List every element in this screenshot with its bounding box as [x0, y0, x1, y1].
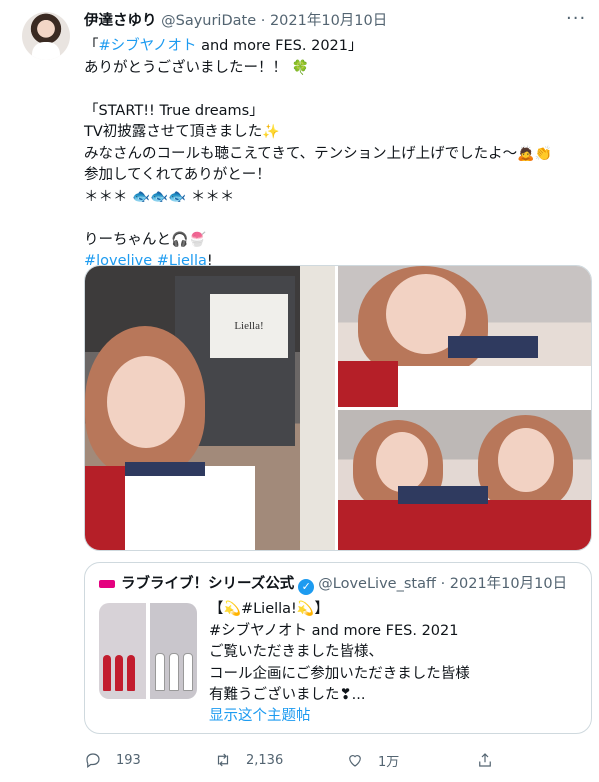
text-fragment: TV初披露させて頂きました	[84, 124, 263, 140]
quoted-author-handle[interactable]: @LoveLive_staff	[318, 576, 436, 592]
door-frame-image-detail	[300, 266, 335, 550]
photo-grid: Liella!	[84, 265, 592, 551]
text-line: 参加してくれてありがとー！	[84, 165, 579, 187]
text-fragment: and more FES. 2021」	[196, 38, 363, 54]
quoted-tweet[interactable]: ラブライブ！シリーズ公式 ✓ @LoveLive_staff · 2021年10月1…	[84, 562, 592, 734]
costume-red-image-detail	[338, 500, 591, 550]
figure-image-detail	[169, 653, 179, 691]
clapping-hands-icon: 👏	[534, 145, 552, 162]
sparkles-icon: ✨	[262, 124, 280, 140]
text-line: 「START!! True dreams」	[84, 101, 579, 123]
text-fragment: 「	[84, 38, 99, 54]
quoted-tweet-text: 【💫#Liella!💫】 #シブヤノオト and more FES. 2021 …	[209, 599, 579, 707]
headphones-icon: 🎧	[171, 231, 189, 248]
figure-image-detail	[103, 655, 111, 691]
author-handle[interactable]: @SayuriDate	[161, 13, 256, 29]
photo[interactable]	[338, 410, 591, 550]
like-count: 1万	[378, 754, 400, 770]
text-fragment: 参加してくれてありがとー！	[84, 167, 271, 183]
tweet-header: 伊達さゆり @SayuriDate · 2021年10月10日	[84, 10, 387, 32]
share-icon	[479, 753, 491, 767]
quoted-photo[interactable]	[99, 603, 197, 699]
tweet-text: 「#シブヤノオト and more FES. 2021」 ありがとうございました…	[84, 36, 579, 273]
collar-image-detail	[125, 462, 205, 476]
author-name[interactable]: 伊達さゆり	[84, 13, 157, 29]
show-thread-link[interactable]: 显示这个主题帖	[209, 704, 311, 725]
retweet-button[interactable]: 2,136	[214, 748, 283, 772]
quoted-tweet-header: ラブライブ！シリーズ公式 ✓ @LoveLive_staff · 2021年10月1…	[99, 573, 567, 595]
text-line: ご覧いただきました皆様、	[209, 644, 383, 660]
text-line: 【💫#Liella!💫】	[209, 599, 579, 621]
costume-image-detail	[398, 366, 591, 407]
face-image-detail	[107, 356, 185, 448]
text-fragment: 「START!! True dreams」	[84, 102, 264, 119]
like-button[interactable]: 1万	[346, 748, 399, 772]
figure-image-detail	[127, 655, 135, 691]
costume-red-image-detail	[338, 361, 398, 407]
text-fragment: ありがとうございましたー！！	[84, 59, 287, 76]
shaved-ice-icon: 🍧	[188, 231, 206, 248]
text-fragment: みなさんのコールも聴こえてきて、テンション上げ上げでしたよ〜	[84, 145, 518, 162]
photo[interactable]: Liella!	[85, 266, 335, 550]
avatar[interactable]	[22, 12, 70, 60]
quoted-author-name[interactable]: ラブライブ！シリーズ公式	[121, 576, 294, 592]
dizzy-icon: 💫	[296, 601, 315, 617]
separator: ·	[260, 13, 266, 29]
bowing-person-icon: 🙇	[517, 145, 535, 162]
text-line: りーちゃんと🎧🍧	[84, 230, 579, 252]
text-fragment: 】	[314, 601, 329, 617]
text-line: ＊＊＊ 🐟🐟🐟 ＊＊＊	[84, 187, 579, 209]
collar-image-detail	[398, 486, 488, 504]
hashtag-link[interactable]: #シブヤノオト	[99, 38, 197, 54]
share-button[interactable]	[476, 748, 508, 772]
text-line: #シブヤノオト and more FES. 2021	[209, 622, 459, 639]
figure-image-detail	[183, 653, 193, 691]
retweet-icon	[217, 753, 229, 767]
face-image-detail	[498, 428, 554, 492]
dizzy-icon: 💫	[223, 601, 241, 617]
figure-image-detail	[115, 655, 123, 691]
tweet-date[interactable]: 2021年10月10日	[270, 13, 387, 29]
photo[interactable]	[338, 266, 591, 407]
lovelive-logo-icon	[99, 580, 115, 588]
verified-icon: ✓	[298, 579, 315, 595]
face-image-detail	[376, 432, 428, 492]
text-fragment: ＊＊＊ 🐟🐟🐟 ＊＊＊	[84, 188, 235, 205]
text-line: 「#シブヤノオト and more FES. 2021」	[84, 36, 579, 58]
costume-red-image-detail	[85, 466, 125, 550]
reply-count: 193	[116, 752, 141, 768]
tweet-actions: 193 2,136 1万	[84, 748, 592, 772]
clover-icon: 🍀	[291, 59, 310, 76]
text-fragment: りーちゃんと	[84, 231, 171, 248]
separator: ·	[440, 576, 446, 592]
reply-icon	[86, 753, 100, 768]
collar-image-detail	[448, 336, 538, 358]
text-fragment: #Liella!	[240, 601, 297, 617]
text-fragment: 【	[209, 601, 224, 617]
reply-button[interactable]: 193	[84, 748, 141, 772]
text-line: TV初披露させて頂きました✨	[84, 122, 579, 144]
text-line: みなさんのコールも聴こえてきて、テンション上げ上げでしたよ〜🙇👏	[84, 144, 579, 166]
tweet[interactable]: 伊達さゆり @SayuriDate · 2021年10月10日 ··· 「#シブ…	[0, 0, 599, 782]
text-line: ありがとうございましたー！！ 🍀	[84, 58, 579, 80]
figure-image-detail	[155, 653, 165, 691]
text-line: コール企画にご参加いただきました皆様	[209, 665, 470, 682]
more-options-icon[interactable]: ···	[566, 8, 586, 29]
quoted-tweet-date[interactable]: 2021年10月10日	[450, 576, 567, 592]
heart-icon	[349, 755, 361, 767]
retweet-count: 2,136	[246, 752, 284, 768]
sign-text: Liella!	[210, 294, 288, 358]
